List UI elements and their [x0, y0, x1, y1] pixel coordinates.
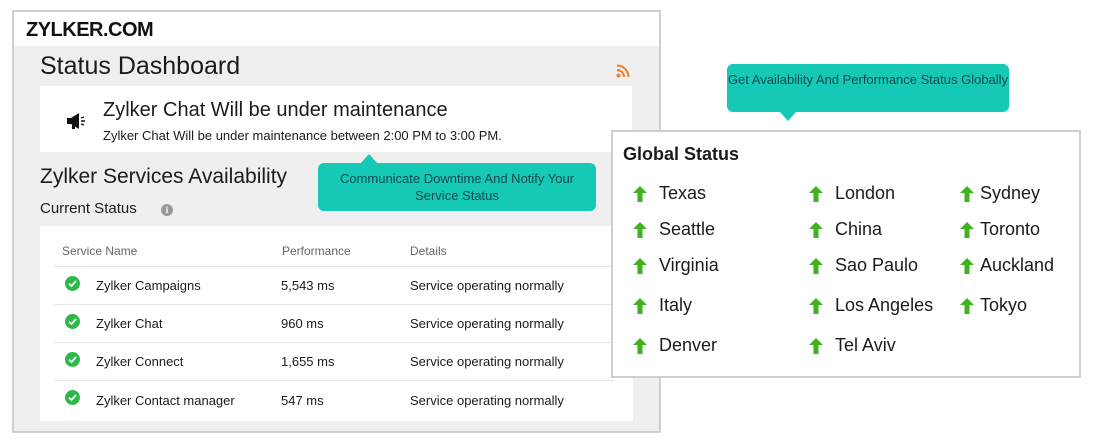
header-service-name: Service Name: [62, 244, 138, 258]
service-name: Zylker Campaigns: [96, 278, 201, 293]
service-details: Service operating normally: [410, 393, 564, 408]
service-performance: 547 ms: [281, 393, 324, 408]
city-name: Los Angeles: [835, 295, 934, 315]
city-name: Tel Aviv: [835, 335, 896, 355]
header-details: Details: [410, 244, 447, 258]
check-icon: [65, 352, 80, 367]
service-name: Zylker Chat: [96, 316, 163, 331]
up-arrow-icon: [633, 258, 647, 274]
zylker-logo: ZYLKER.COM: [26, 19, 154, 41]
city-name: China: [835, 219, 883, 239]
up-arrow-icon: [809, 298, 823, 314]
table-row: Zylker Chat 960 ms Service operating nor…: [54, 304, 614, 342]
info-icon[interactable]: i: [161, 204, 173, 216]
up-arrow-icon: [633, 338, 647, 354]
service-performance: 960 ms: [281, 316, 324, 331]
service-name: Zylker Contact manager: [96, 393, 235, 408]
up-arrow-icon: [960, 186, 974, 202]
notice-title: Zylker Chat Will be under maintenance: [103, 99, 448, 121]
up-arrow-icon: [960, 298, 974, 314]
city-name: Texas: [659, 183, 707, 203]
table-row: Zylker Contact manager 547 ms Service op…: [54, 380, 614, 418]
logo-bar: ZYLKER.COM: [14, 12, 659, 46]
global-status-panel: Global Status Texas London Sydney Seattl…: [611, 130, 1081, 378]
up-arrow-icon: [633, 186, 647, 202]
service-performance: 1,655 ms: [281, 354, 335, 369]
city-name: Sao Paulo: [835, 255, 919, 275]
table-row: Zylker Connect 1,655 ms Service operatin…: [54, 342, 614, 380]
service-performance: 5,543 ms: [281, 278, 335, 293]
service-name: Zylker Connect: [96, 354, 184, 369]
up-arrow-icon: [633, 298, 647, 314]
up-arrow-icon: [809, 338, 823, 354]
services-table: Service Name Performance Details Zylker …: [40, 226, 633, 421]
global-status-title: Global Status: [623, 144, 740, 164]
city-name: Italy: [659, 295, 693, 315]
up-arrow-icon: [960, 258, 974, 274]
up-arrow-icon: [809, 222, 823, 238]
service-details: Service operating normally: [410, 354, 564, 369]
downtime-callout: Communicate Downtime And Notify Your Ser…: [318, 154, 596, 211]
check-icon: [65, 276, 80, 291]
up-arrow-icon: [809, 258, 823, 274]
service-details: Service operating normally: [410, 278, 564, 293]
rss-icon[interactable]: [616, 64, 630, 78]
header-performance: Performance: [282, 244, 351, 258]
up-arrow-icon: [809, 186, 823, 202]
megaphone-icon: [67, 113, 85, 129]
city-name: Seattle: [659, 219, 716, 239]
city-name: London: [835, 183, 896, 203]
table-row: Zylker Campaigns 5,543 ms Service operat…: [54, 266, 614, 304]
page-title: Status Dashboard: [40, 52, 241, 80]
status-dashboard-panel: ZYLKER.COM Status Dashboard Zylker Chat …: [12, 10, 661, 433]
city-name: Sydney: [980, 183, 1041, 203]
check-icon: [65, 314, 80, 329]
notice-text: Zylker Chat Will be under maintenance be…: [103, 128, 502, 143]
up-arrow-icon: [633, 222, 647, 238]
check-icon: [65, 390, 80, 405]
maintenance-notice: Zylker Chat Will be under maintenance Zy…: [40, 86, 632, 152]
global-callout: Get Availability And Performance Status …: [727, 64, 1009, 121]
city-name: Tokyo: [980, 295, 1028, 315]
service-details: Service operating normally: [410, 316, 564, 331]
availability-title: Zylker Services Availability: [40, 165, 288, 188]
city-name: Auckland: [980, 255, 1055, 275]
city-name: Virginia: [659, 255, 719, 275]
city-name: Toronto: [980, 219, 1041, 239]
up-arrow-icon: [960, 222, 974, 238]
current-status-label: Current Status: [40, 200, 137, 217]
city-name: Denver: [659, 335, 718, 355]
